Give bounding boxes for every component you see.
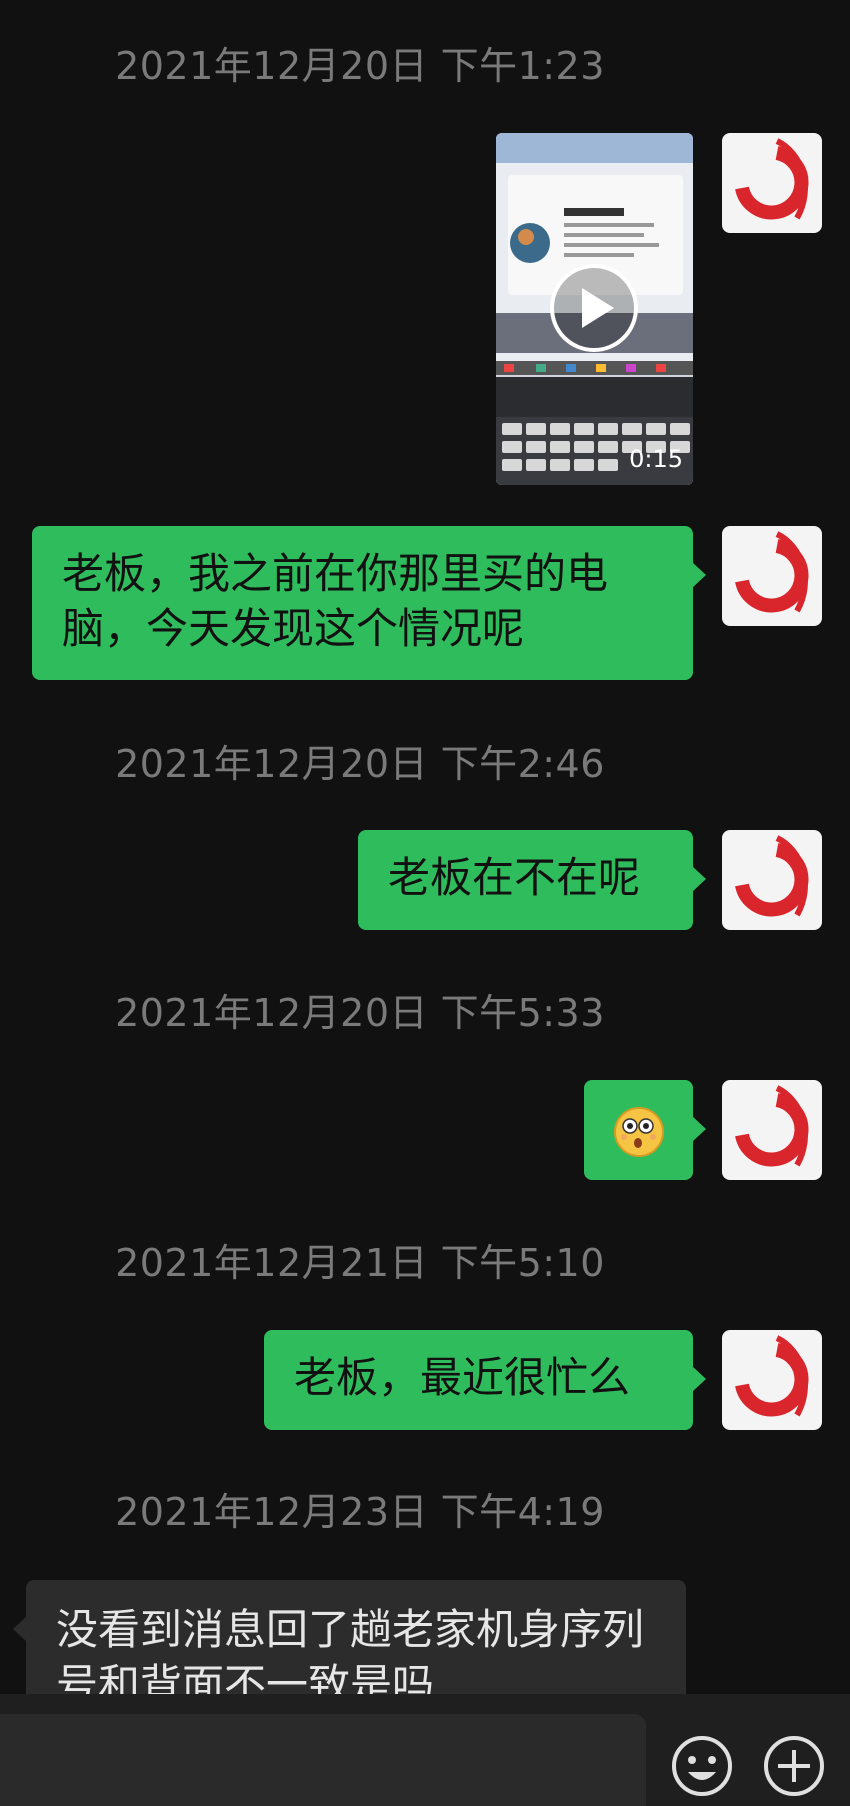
avatar[interactable] — [722, 526, 822, 626]
avatar[interactable] — [722, 133, 822, 233]
message-input[interactable] — [0, 1714, 646, 1806]
timestamp: 2021年12月23日 下午4:19 — [115, 1490, 605, 1534]
message-bubble-outgoing[interactable]: 老板，最近很忙么 — [264, 1330, 706, 1430]
input-bar — [0, 1694, 850, 1806]
message-bubble-outgoing[interactable]: 老板在不在呢 — [358, 830, 706, 930]
avatar[interactable] — [722, 1080, 822, 1180]
message-text: 老板，我之前在你那里买的电脑，今天发现这个情况呢 — [62, 549, 609, 653]
video-duration: 0:15 — [629, 445, 683, 473]
timestamp: 2021年12月21日 下午5:10 — [115, 1241, 605, 1285]
play-icon[interactable] — [550, 264, 638, 352]
emoji-icon[interactable] — [670, 1734, 734, 1798]
timestamp: 2021年12月20日 下午1:23 — [115, 44, 605, 88]
timestamp: 2021年12月20日 下午2:46 — [115, 742, 605, 786]
avatar[interactable] — [722, 830, 822, 930]
flushed-face-emoji — [614, 1107, 664, 1157]
avatar[interactable] — [722, 1330, 822, 1430]
video-thumbnail — [496, 133, 693, 485]
timestamp: 2021年12月20日 下午5:33 — [115, 991, 605, 1035]
message-bubble-outgoing[interactable]: 老板，我之前在你那里买的电脑，今天发现这个情况呢 — [32, 526, 706, 680]
message-text: 老板在不在呢 — [388, 853, 641, 902]
plus-icon[interactable] — [762, 1734, 826, 1798]
message-text: 老板，最近很忙么 — [294, 1353, 631, 1402]
video-message[interactable]: 0:15 — [496, 133, 693, 485]
